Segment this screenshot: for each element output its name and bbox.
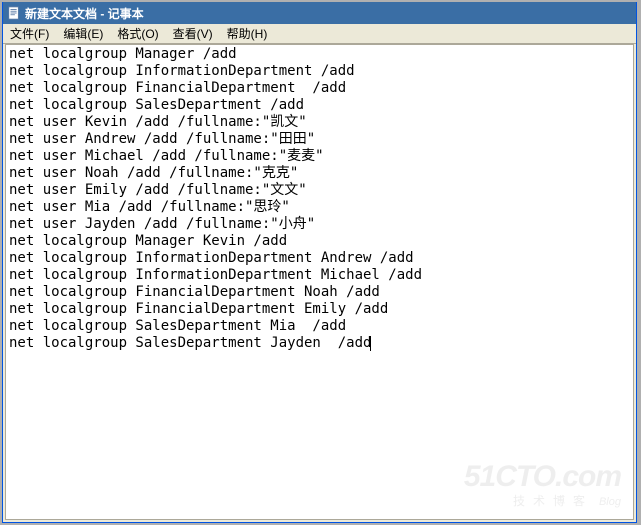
- text-line: net user Jayden /add /fullname:"小舟": [9, 216, 630, 233]
- menu-bar: 文件(F) 编辑(E) 格式(O) 查看(V) 帮助(H): [3, 24, 636, 44]
- text-cursor: [370, 336, 371, 351]
- text-area[interactable]: net localgroup Manager /addnet localgrou…: [6, 45, 633, 519]
- text-line: net localgroup InformationDepartment /ad…: [9, 63, 630, 80]
- menu-help[interactable]: 帮助(H): [220, 23, 275, 44]
- text-line: net user Andrew /add /fullname:"田田": [9, 131, 630, 148]
- text-line: net localgroup SalesDepartment Jayden /a…: [9, 335, 630, 352]
- text-line: net user Noah /add /fullname:"克克": [9, 165, 630, 182]
- menu-file[interactable]: 文件(F): [3, 23, 56, 44]
- text-line: net user Mia /add /fullname:"思玲": [9, 199, 630, 216]
- text-line: net user Kevin /add /fullname:"凯文": [9, 114, 630, 131]
- notepad-icon: [7, 6, 21, 20]
- text-line: net localgroup FinancialDepartment Emily…: [9, 301, 630, 318]
- text-area-frame: net localgroup Manager /addnet localgrou…: [5, 44, 634, 520]
- text-line: net user Michael /add /fullname:"麦麦": [9, 148, 630, 165]
- text-line: net localgroup FinancialDepartment Noah …: [9, 284, 630, 301]
- text-line: net user Emily /add /fullname:"文文": [9, 182, 630, 199]
- text-line: net localgroup Manager Kevin /add: [9, 233, 630, 250]
- text-line: net localgroup SalesDepartment /add: [9, 97, 630, 114]
- text-line: net localgroup InformationDepartment Mic…: [9, 267, 630, 284]
- menu-view[interactable]: 查看(V): [166, 23, 220, 44]
- menu-format[interactable]: 格式(O): [110, 23, 165, 44]
- text-line: net localgroup Manager /add: [9, 46, 630, 63]
- text-line: net localgroup SalesDepartment Mia /add: [9, 318, 630, 335]
- title-bar[interactable]: 新建文本文档 - 记事本: [3, 2, 636, 24]
- notepad-window: 新建文本文档 - 记事本 文件(F) 编辑(E) 格式(O) 查看(V) 帮助(…: [2, 2, 637, 523]
- text-line: net localgroup FinancialDepartment /add: [9, 80, 630, 97]
- window-title: 新建文本文档 - 记事本: [25, 5, 144, 22]
- text-line: net localgroup InformationDepartment And…: [9, 250, 630, 267]
- menu-edit[interactable]: 编辑(E): [56, 23, 110, 44]
